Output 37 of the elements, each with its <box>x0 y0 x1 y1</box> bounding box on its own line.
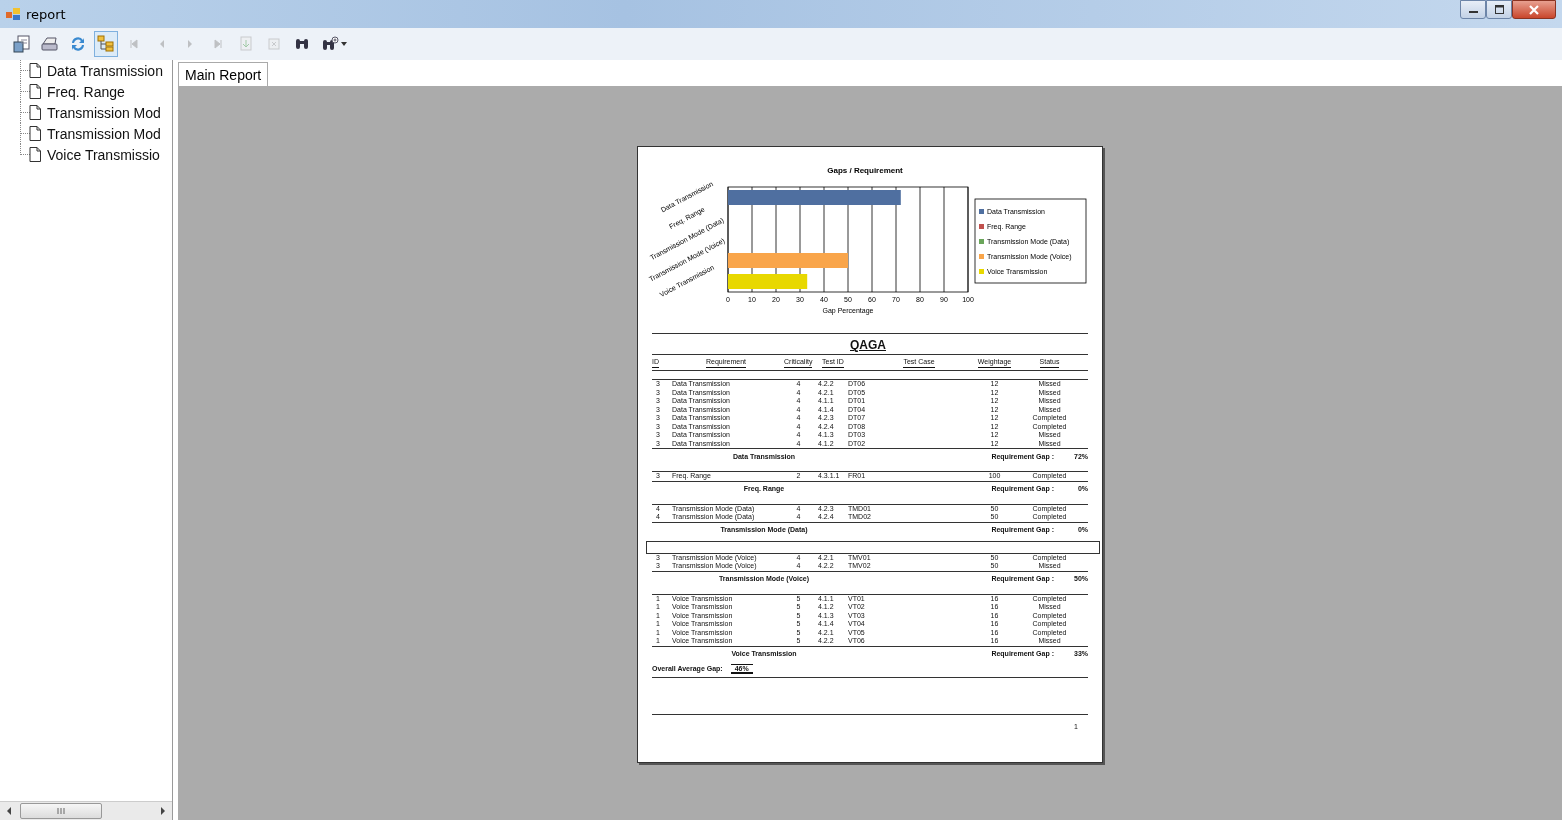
tree-item[interactable]: Voice Transmissio <box>12 144 172 165</box>
document-icon <box>29 147 41 162</box>
export-icon <box>13 35 31 53</box>
tree-item[interactable]: Data Transmission <box>12 60 172 81</box>
maximize-icon <box>1494 5 1504 14</box>
close-icon <box>1529 4 1539 15</box>
scroll-left-icon <box>6 807 12 815</box>
stop-icon <box>268 38 280 50</box>
close-button[interactable] <box>1512 0 1556 19</box>
document-icon <box>29 105 41 120</box>
document-icon <box>29 63 41 78</box>
chart-title: Gaps / Requirement <box>827 166 903 175</box>
maximize-button[interactable] <box>1486 0 1512 19</box>
document-icon <box>29 126 41 141</box>
refresh-icon <box>69 35 87 53</box>
binoculars-icon <box>294 36 310 52</box>
caret-icon <box>341 42 347 46</box>
document-icon <box>29 84 41 99</box>
scroll-right-icon <box>160 807 166 815</box>
first-page-icon <box>129 38 139 50</box>
binoculars-icon <box>321 36 339 52</box>
report-title: QAGA <box>849 337 887 354</box>
grip-icon <box>57 808 65 814</box>
tree-item[interactable]: Freq. Range <box>12 81 172 102</box>
report-tab[interactable]: Main Report <box>178 62 269 86</box>
print-icon <box>41 35 59 53</box>
next-page-icon <box>185 38 195 50</box>
tree-item[interactable]: Transmission Mod <box>12 102 172 123</box>
tree-icon <box>97 35 115 53</box>
scroll-thumb[interactable] <box>20 803 102 819</box>
group-tree-button[interactable] <box>94 31 118 57</box>
minimize-button[interactable] <box>1460 0 1486 19</box>
tree-item[interactable]: Transmission Mod <box>12 123 172 144</box>
last-page-icon <box>213 38 223 50</box>
app-icon <box>6 7 20 21</box>
horizontal-scrollbar[interactable] <box>0 801 172 820</box>
window-title: report <box>26 6 66 22</box>
